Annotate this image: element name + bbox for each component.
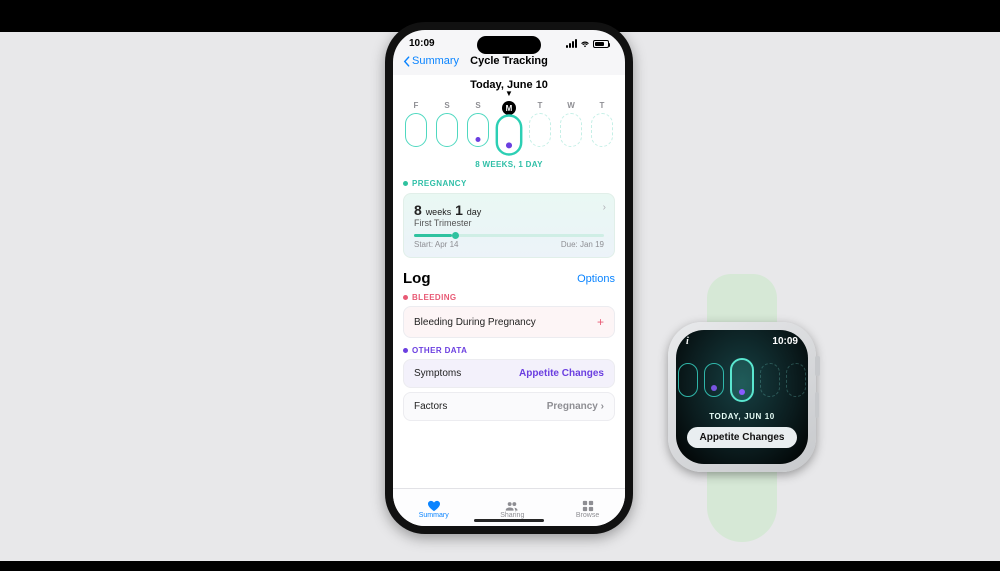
day-label-today: M	[502, 101, 516, 115]
tab-browse[interactable]: Browse	[576, 500, 599, 519]
days-unit: day	[467, 207, 482, 217]
watch-case: i 10:09 TODAY, JUN 10 Appetite Changes	[668, 322, 816, 472]
weeks-number: 8	[414, 202, 422, 218]
cycle-day-pill[interactable]	[405, 113, 427, 147]
nav-title: Cycle Tracking	[470, 55, 548, 67]
iphone-frame: 10:09 Summary Cycle Tracking Today, June…	[385, 22, 633, 534]
cycle-day-pill[interactable]	[529, 113, 551, 147]
tab-sharing[interactable]: Sharing	[500, 500, 524, 519]
phone-content[interactable]: Today, June 10 ▼ F S S M T W T 8 WEEKS, …	[393, 75, 625, 488]
log-dot-icon	[506, 142, 512, 148]
log-dot-icon	[711, 385, 717, 391]
cellular-icon	[566, 39, 577, 48]
gestation-label: 8 WEEKS, 1 DAY	[393, 160, 625, 169]
plus-icon: +	[597, 315, 604, 329]
watch-day-pill[interactable]	[786, 363, 806, 397]
symptoms-title: Symptoms	[414, 368, 461, 379]
watch-symptom-chip[interactable]: Appetite Changes	[687, 427, 796, 448]
heart-icon	[427, 500, 441, 512]
start-date: Start: Apr 14	[414, 240, 458, 249]
day-label: W	[567, 101, 575, 110]
log-header: Log Options	[393, 270, 625, 287]
pregnancy-section-label: PREGNANCY	[412, 179, 467, 188]
status-time: 10:09	[409, 38, 435, 49]
section-dot-icon	[403, 295, 408, 300]
back-label: Summary	[412, 55, 459, 67]
people-icon	[505, 500, 519, 512]
cycle-day-pill[interactable]	[436, 113, 458, 147]
watch-date-label: TODAY, JUN 10	[709, 412, 775, 421]
factors-value: Pregnancy ›	[547, 401, 604, 412]
bleeding-item[interactable]: Bleeding During Pregnancy +	[403, 306, 615, 338]
grid-icon	[581, 500, 595, 512]
dynamic-island	[477, 36, 541, 54]
tab-label: Browse	[576, 512, 599, 519]
log-dot-icon	[476, 137, 481, 142]
symptoms-value: Appetite Changes	[519, 368, 604, 379]
wifi-icon	[580, 40, 590, 48]
pregnancy-progress	[414, 234, 604, 237]
home-indicator[interactable]	[474, 519, 544, 522]
trimester-label: First Trimester	[414, 218, 604, 228]
iphone-screen: 10:09 Summary Cycle Tracking Today, June…	[393, 30, 625, 526]
days-number: 1	[455, 202, 463, 218]
watch-screen[interactable]: i 10:09 TODAY, JUN 10 Appetite Changes	[676, 330, 808, 464]
battery-icon	[593, 40, 609, 48]
side-button[interactable]	[815, 392, 819, 418]
digital-crown[interactable]	[815, 356, 820, 376]
section-dot-icon	[403, 181, 408, 186]
back-button[interactable]: Summary	[403, 55, 459, 67]
pregnancy-card[interactable]: › 8 weeks 1 day First Trimester Start: A…	[403, 193, 615, 258]
day-label: T	[538, 101, 543, 110]
log-title: Log	[403, 270, 431, 287]
date-caret-icon: ▼	[393, 91, 625, 97]
section-dot-icon	[403, 348, 408, 353]
cycle-day-pill[interactable]	[560, 113, 582, 147]
watch-status-bar: i 10:09	[676, 336, 808, 347]
chevron-left-icon	[403, 56, 410, 67]
bleeding-section-label: BLEEDING	[412, 293, 457, 302]
day-label: T	[600, 101, 605, 110]
cycle-day-pill[interactable]	[591, 113, 613, 147]
day-label: S	[444, 101, 449, 110]
symptoms-item[interactable]: Symptoms Appetite Changes	[403, 359, 615, 388]
info-icon[interactable]: i	[686, 336, 689, 347]
factors-item[interactable]: Factors Pregnancy ›	[403, 392, 615, 421]
watch-day-pill[interactable]	[678, 363, 698, 397]
watch-time: 10:09	[772, 336, 798, 347]
tab-label: Sharing	[500, 512, 524, 519]
chevron-right-icon: ›	[603, 202, 606, 213]
day-label: S	[475, 101, 480, 110]
cycle-day-row[interactable]: F S S M T W T	[393, 101, 625, 152]
due-date: Due: Jan 19	[561, 240, 604, 249]
other-data-section-label: OTHER DATA	[412, 346, 467, 355]
apple-watch: i 10:09 TODAY, JUN 10 Appetite Changes	[662, 322, 822, 472]
cycle-day-pill[interactable]	[467, 113, 489, 147]
options-button[interactable]: Options	[577, 273, 615, 285]
watch-cycle-row[interactable]	[678, 358, 806, 402]
pregnancy-section: PREGNANCY › 8 weeks 1 day First Trimeste…	[393, 179, 625, 258]
tab-summary[interactable]: Summary	[419, 500, 449, 519]
factors-title: Factors	[414, 401, 447, 412]
watch-day-pill-today[interactable]	[730, 358, 754, 402]
chevron-right-icon: ›	[601, 401, 604, 412]
watch-day-pill[interactable]	[704, 363, 724, 397]
tab-label: Summary	[419, 512, 449, 519]
bleeding-item-label: Bleeding During Pregnancy	[414, 317, 536, 328]
log-dot-icon	[739, 389, 745, 395]
watch-day-pill[interactable]	[760, 363, 780, 397]
day-label: F	[414, 101, 419, 110]
cycle-day-pill-today[interactable]	[496, 114, 523, 155]
weeks-unit: weeks	[426, 207, 452, 217]
